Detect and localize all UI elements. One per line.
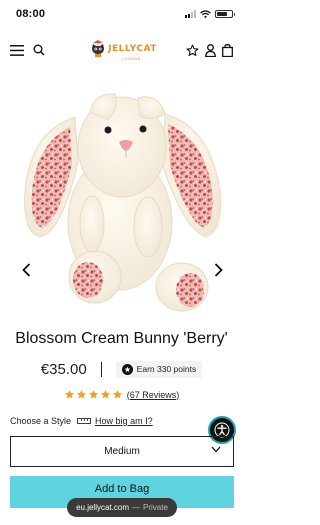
product-image[interactable] xyxy=(0,72,243,317)
bag-icon[interactable] xyxy=(222,43,233,57)
reviews-link[interactable]: (67 Reviews) xyxy=(127,390,180,400)
account-icon[interactable] xyxy=(205,43,216,57)
star-icon[interactable] xyxy=(186,44,199,57)
logo-wordmark: JELLYCAT xyxy=(108,43,157,54)
chevron-down-icon xyxy=(211,446,221,453)
private-mode-label: Private xyxy=(143,503,168,512)
status-icons xyxy=(185,10,235,18)
logo-cat-icon xyxy=(92,39,105,57)
size-guide-link[interactable]: How big am I? xyxy=(77,416,153,426)
size-select[interactable]: Medium xyxy=(10,436,234,467)
add-to-bag-label: Add to Bag xyxy=(94,483,150,495)
status-time: 08:00 xyxy=(16,8,46,20)
carousel-next-icon[interactable] xyxy=(210,261,226,279)
product-price: €35.00 xyxy=(40,360,87,378)
menu-icon[interactable] xyxy=(10,44,24,56)
rating-star-icon xyxy=(76,389,86,399)
size-select-value: Medium xyxy=(104,446,140,457)
rating-row: (67 Reviews) xyxy=(0,389,243,400)
bunny-image xyxy=(24,93,222,312)
choose-style-label: Choose a Style xyxy=(10,416,72,426)
url-separator: — xyxy=(132,503,140,512)
search-icon[interactable] xyxy=(33,44,45,56)
points-label: Earn 330 points xyxy=(136,364,197,374)
battery-icon xyxy=(215,10,235,18)
price-divider xyxy=(100,361,102,377)
wifi-icon xyxy=(200,10,211,18)
carousel-prev-icon[interactable] xyxy=(18,261,34,279)
rating-star-icon xyxy=(64,389,74,399)
url-text: eu.jellycat.com xyxy=(76,503,129,512)
rating-star-icon xyxy=(112,389,122,399)
rating-stars xyxy=(64,389,123,400)
signal-icon xyxy=(185,10,196,18)
site-header: JELLYCAT LONDON xyxy=(0,30,243,70)
price-row: €35.00 Earn 330 points xyxy=(0,358,243,380)
battery-level xyxy=(217,12,227,16)
product-title: Blossom Cream Bunny 'Berry' xyxy=(15,330,228,347)
points-badge: Earn 330 points xyxy=(115,360,203,378)
rating-star-icon xyxy=(100,389,110,399)
size-guide-label: How big am I? xyxy=(95,416,153,426)
browser-url-pill[interactable]: eu.jellycat.com — Private xyxy=(67,498,177,517)
jellycat-logo[interactable]: JELLYCAT LONDON xyxy=(72,39,175,61)
style-row: Choose a Style How big am I? xyxy=(10,416,153,426)
logo-subtext: LONDON xyxy=(122,56,141,61)
ruler-icon xyxy=(77,418,92,424)
rating-star-icon xyxy=(88,389,98,399)
status-bar: 08:00 xyxy=(0,0,243,28)
points-star-icon xyxy=(121,363,133,375)
